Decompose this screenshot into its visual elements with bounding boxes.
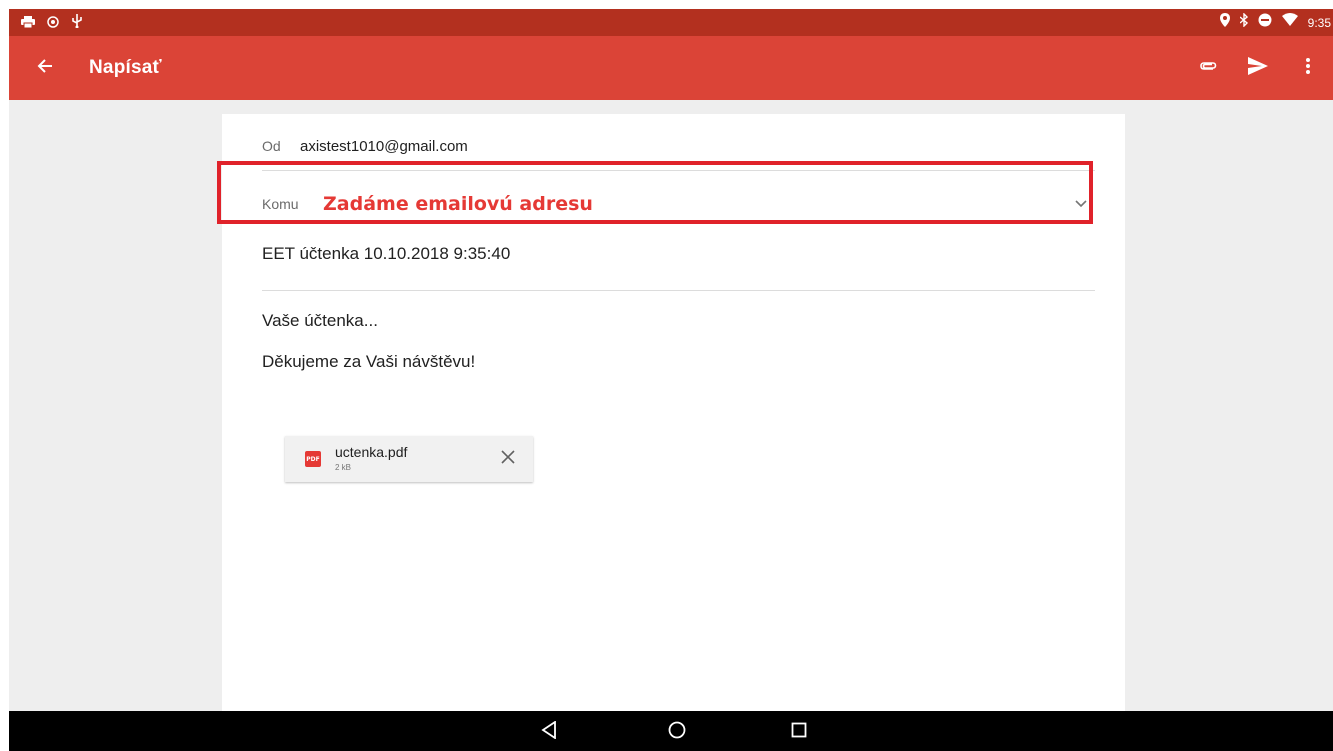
printer-icon: [21, 15, 35, 33]
nav-recents-button[interactable]: [786, 719, 812, 745]
body-line-1[interactable]: Vaše účtenka...: [262, 311, 378, 331]
circle-home-icon: [668, 721, 686, 744]
from-row: Od axistest1010@gmail.com: [262, 134, 468, 158]
send-icon: [1248, 56, 1268, 80]
compose-card: Od axistest1010@gmail.com Komu Zadáme em…: [222, 114, 1125, 720]
to-hint: Zadáme emailovú adresu: [323, 193, 593, 215]
bluetooth-icon: [1239, 12, 1248, 32]
location-shield-icon: [47, 15, 59, 33]
attach-icon: [1199, 59, 1217, 77]
more-options-button[interactable]: [1293, 53, 1323, 83]
send-button[interactable]: [1243, 53, 1273, 83]
app-bar: Napísať: [9, 36, 1333, 100]
attachment-size: 2 kB: [335, 463, 352, 472]
location-icon: [1219, 13, 1230, 32]
divider: [262, 170, 1095, 171]
do-not-disturb-icon: [1258, 13, 1272, 32]
usb-icon: [71, 14, 83, 33]
body-line-2[interactable]: Děkujeme za Vaši návštěvu!: [262, 352, 475, 372]
pdf-icon: PDF: [305, 451, 321, 467]
divider: [262, 290, 1095, 291]
back-button[interactable]: [31, 54, 59, 82]
navigation-bar: [9, 711, 1333, 751]
triangle-back-icon: [541, 719, 557, 744]
attachment-name: uctenka.pdf: [335, 444, 408, 460]
square-recents-icon: [791, 722, 807, 743]
from-value[interactable]: axistest1010@gmail.com: [300, 138, 468, 155]
status-bar: 9:35: [9, 9, 1333, 36]
close-icon: [501, 449, 515, 469]
nav-back-button[interactable]: [536, 719, 562, 745]
remove-attachment-button[interactable]: [497, 448, 519, 470]
from-label: Od: [262, 138, 281, 154]
wifi-icon: [1281, 13, 1298, 32]
arrow-back-icon: [37, 58, 53, 79]
subject-field[interactable]: EET účtenka 10.10.2018 9:35:40: [262, 244, 510, 264]
chevron-down-icon[interactable]: [1071, 194, 1091, 214]
to-field[interactable]: Komu Zadáme emailovú adresu: [262, 186, 1095, 222]
status-time: 9:35: [1307, 15, 1331, 30]
attachment-chip[interactable]: PDF uctenka.pdf 2 kB: [285, 436, 533, 482]
to-label: Komu: [262, 196, 299, 212]
attach-button[interactable]: [1193, 53, 1223, 83]
more-vert-icon: [1306, 57, 1310, 79]
page-title: Napísať: [89, 57, 162, 78]
screen: 9:35 Napísať Od axistest1010@gmail.com K…: [9, 9, 1333, 751]
nav-home-button[interactable]: [664, 719, 690, 745]
